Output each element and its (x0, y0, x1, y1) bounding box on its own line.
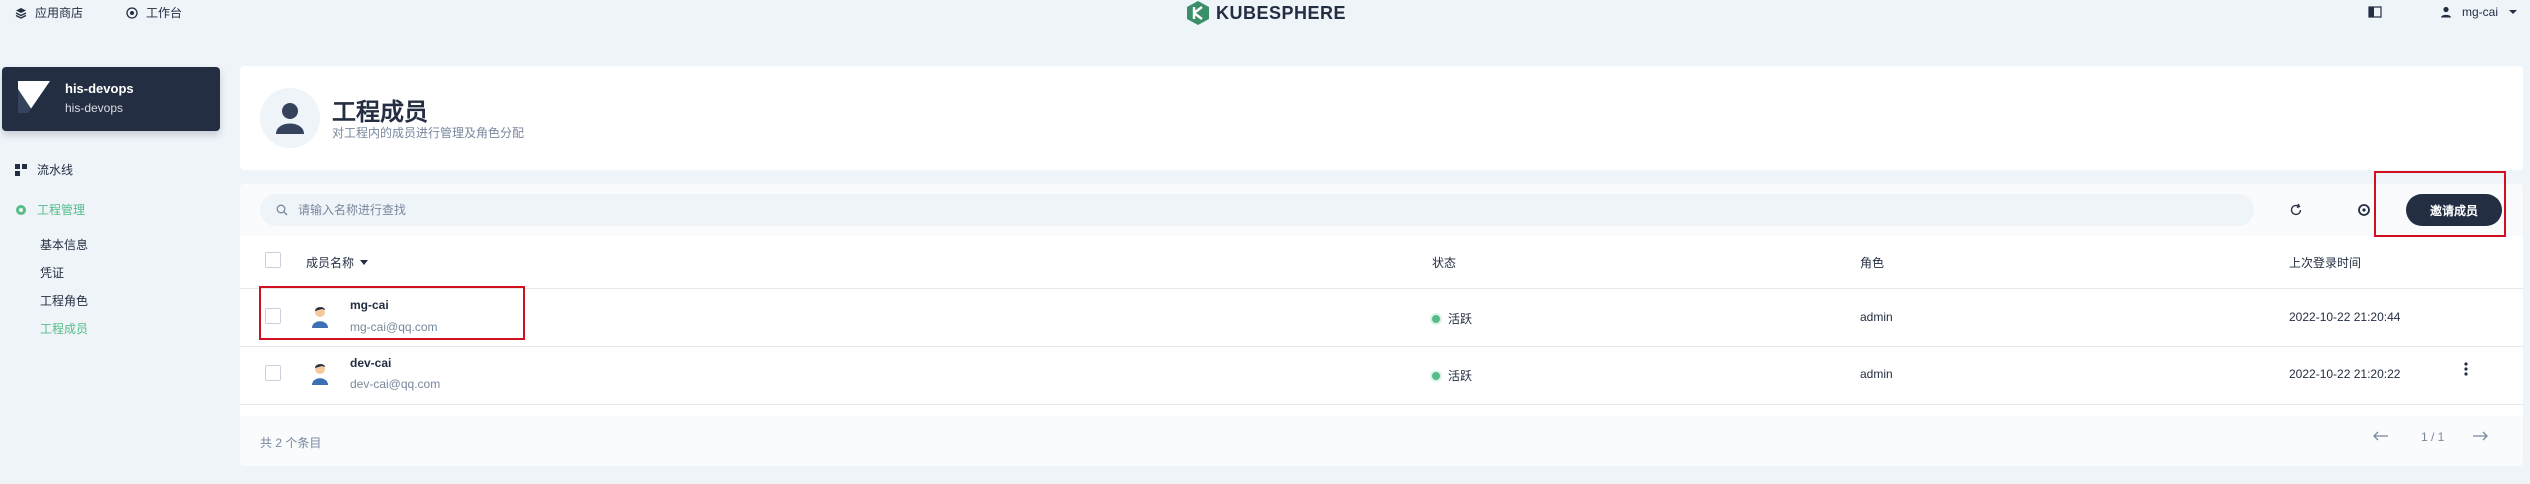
top-navbar: 应用商店 工作台 KUBESPHERE mg-cai (0, 0, 2530, 28)
search-input[interactable] (298, 203, 2098, 217)
settings-icon (16, 204, 26, 215)
refresh-button[interactable] (2286, 200, 2306, 220)
last-login-time: 2022-10-22 21:20:44 (2289, 310, 2401, 324)
app-store-label: 应用商店 (35, 6, 84, 20)
status-label: 活跃 (1448, 369, 1473, 383)
kubesphere-logo-icon (1187, 1, 1209, 25)
prev-page-button[interactable] (2373, 430, 2389, 444)
arrow-right-icon (2473, 431, 2488, 441)
total-count: 共 2 个条目 (260, 436, 322, 450)
divider (240, 404, 2523, 405)
divider (240, 346, 2523, 347)
sidebar-subitem-credentials[interactable]: 凭证 (40, 264, 64, 281)
project-card[interactable]: his-devops his-devops (2, 67, 220, 131)
project-icon (18, 81, 50, 113)
notification-toggle-icon[interactable] (2368, 6, 2382, 18)
sidebar-subitem-members[interactable]: 工程成员 (40, 320, 88, 337)
kubesphere-logo[interactable]: KUBESPHERE (1186, 0, 1346, 26)
status-dot-icon (1432, 314, 1440, 323)
brand-name: KUBESPHERE (1216, 2, 1347, 23)
page-description: 对工程内的成员进行管理及角色分配 (332, 126, 525, 140)
sidebar-item-pipeline[interactable]: 流水线 (15, 161, 73, 178)
search-icon (276, 204, 288, 216)
user-icon (2440, 6, 2451, 18)
next-page-button[interactable] (2472, 430, 2488, 444)
table-footer: 共 2 个条目 1 / 1 (240, 416, 2523, 466)
user-avatar-icon (312, 364, 328, 385)
members-header-icon (260, 88, 320, 148)
status-label: 活跃 (1448, 312, 1473, 326)
highlight-box (259, 286, 525, 340)
member-name[interactable]: dev-cai (350, 356, 391, 370)
workbench-link[interactable]: 工作台 (126, 4, 182, 21)
highlight-box (2374, 171, 2506, 237)
divider (240, 288, 2523, 289)
app-store-icon (15, 7, 27, 19)
member-role: admin (1860, 367, 1893, 381)
member-email: dev-cai@qq.com (350, 377, 441, 391)
caret-down-icon (2509, 10, 2517, 14)
workbench-icon (126, 6, 138, 19)
gear-icon (2358, 204, 2370, 216)
status-badge: 活跃 (1432, 310, 1472, 327)
column-header-role: 角色 (1860, 256, 1885, 270)
status-badge: 活跃 (1432, 367, 1472, 384)
more-actions-button[interactable] (2464, 362, 2468, 381)
sidebar-item-management[interactable]: 工程管理 (15, 201, 85, 218)
table-toolbar: 邀请成员 (240, 184, 2523, 236)
row-checkbox[interactable] (265, 365, 281, 381)
page-title: 工程成员 (332, 99, 428, 126)
app-store-link[interactable]: 应用商店 (15, 4, 83, 21)
refresh-icon (2290, 203, 2302, 216)
column-settings-button[interactable] (2354, 200, 2374, 220)
column-header-name[interactable]: 成员名称 (306, 254, 369, 271)
more-vertical-icon (2464, 362, 2468, 376)
sidebar-subitem-roles[interactable]: 工程角色 (40, 292, 88, 309)
member-role: admin (1860, 310, 1893, 324)
status-dot-icon (1432, 371, 1440, 380)
sidebar-item-label: 工程管理 (37, 203, 86, 217)
page-header: 工程成员 对工程内的成员进行管理及角色分配 (240, 66, 2523, 170)
username: mg-cai (2461, 5, 2498, 19)
column-header-status: 状态 (1432, 256, 1457, 270)
project-subtitle: his-devops (65, 101, 124, 115)
page-indicator: 1 / 1 (2421, 430, 2445, 444)
column-header-name-label: 成员名称 (306, 256, 355, 270)
user-menu[interactable]: mg-cai (2368, 5, 2518, 19)
members-table: 邀请成员 成员名称 状态 角色 上次登录时间 mg-cai mg-cai@qq.… (240, 184, 2523, 466)
sidebar-subitem-basic-info[interactable]: 基本信息 (40, 236, 88, 253)
sidebar-item-label: 流水线 (37, 163, 74, 177)
sort-caret-icon (360, 260, 369, 265)
workbench-label: 工作台 (146, 6, 183, 20)
project-name: his-devops (65, 81, 134, 96)
select-all-checkbox[interactable] (265, 252, 281, 268)
last-login-time: 2022-10-22 21:20:22 (2289, 367, 2401, 381)
search-bar[interactable] (260, 194, 2254, 226)
arrow-left-icon (2373, 431, 2388, 441)
pipeline-icon (15, 163, 27, 176)
column-header-last-login: 上次登录时间 (2289, 256, 2362, 270)
